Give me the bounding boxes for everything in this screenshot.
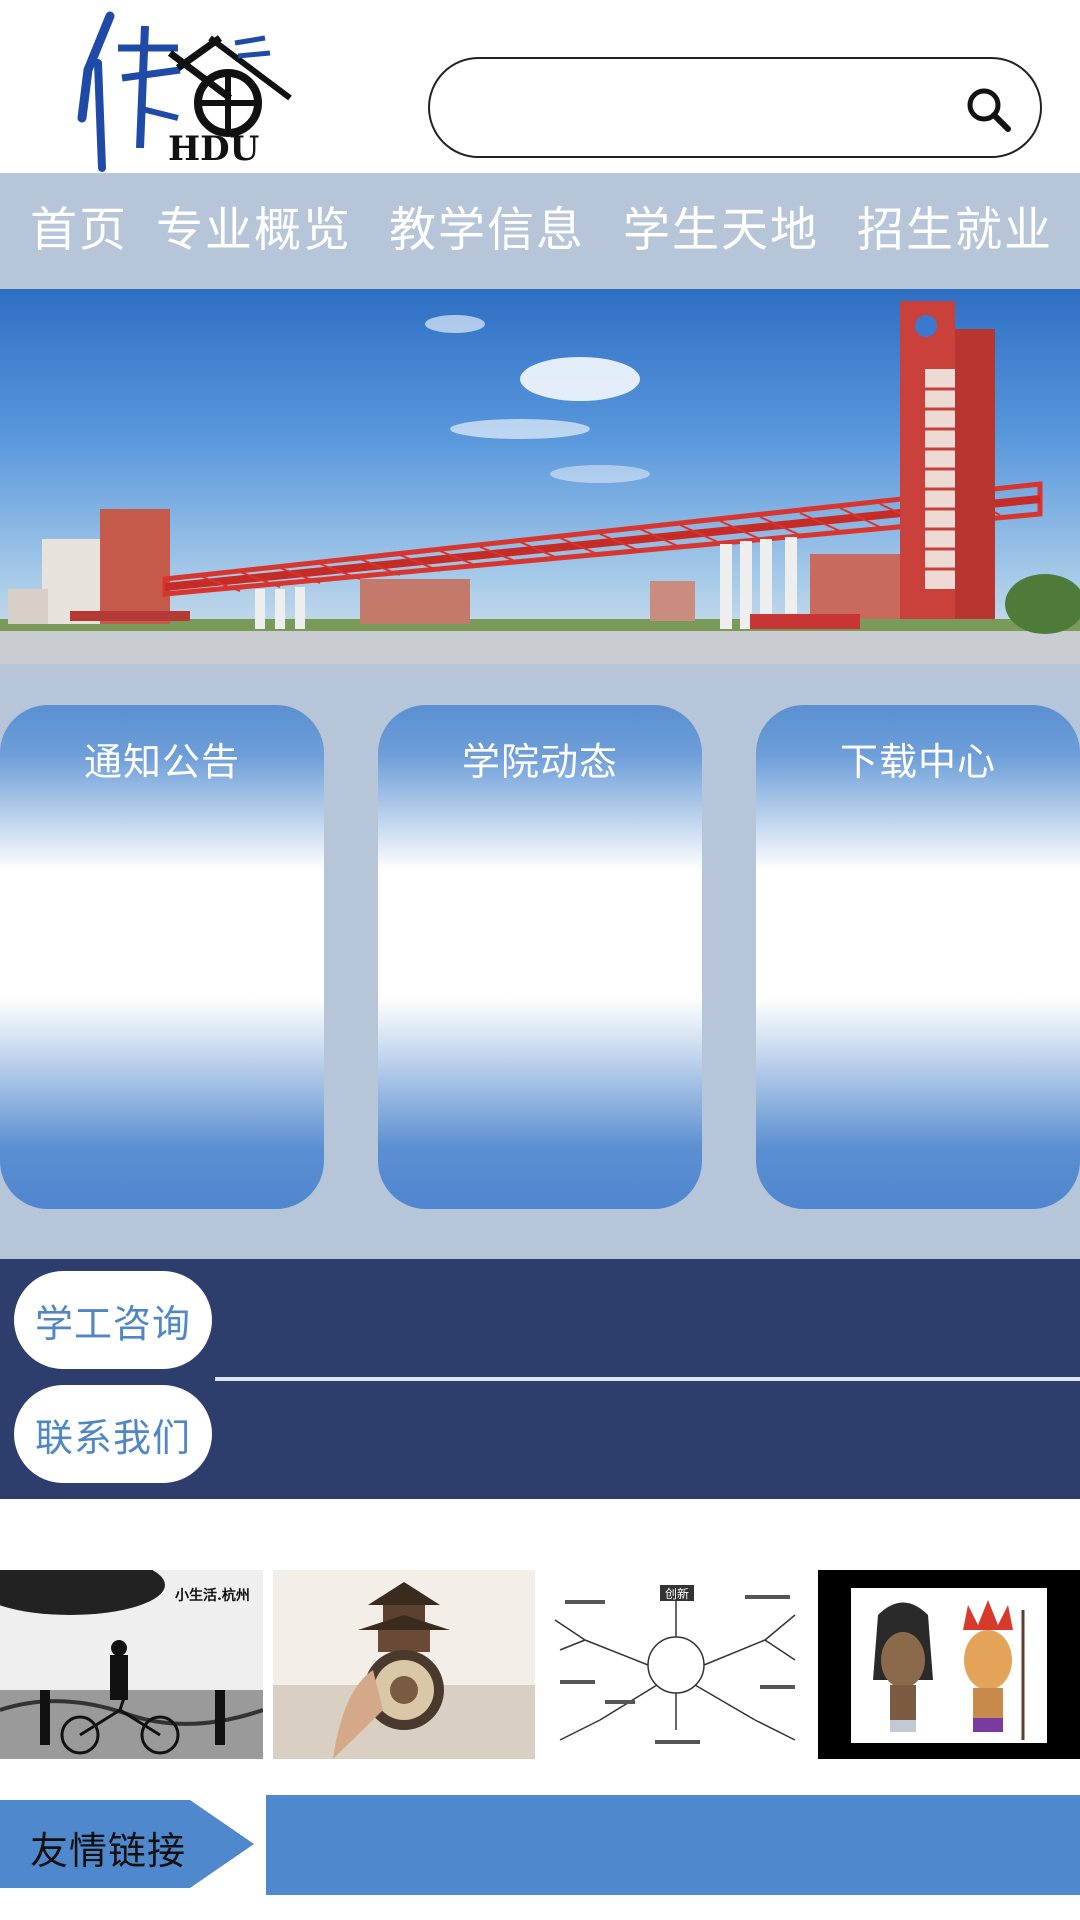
notice-card[interactable]: 通知公告: [0, 705, 324, 1209]
college-news-card[interactable]: 学院动态: [378, 705, 702, 1209]
photo-gallery: 小生活.杭州 创新: [0, 1565, 1080, 1760]
contact-us-button[interactable]: 联系我们: [14, 1385, 212, 1483]
divider: [215, 1377, 1080, 1381]
info-cards-section: 通知公告 学院动态 下载中心: [0, 664, 1080, 1259]
header: HDU: [0, 0, 1080, 173]
gallery-photo-life-hangzhou[interactable]: 小生活.杭州: [0, 1570, 263, 1759]
gallery-caption: 创新: [665, 1586, 689, 1601]
download-center-card[interactable]: 下载中心: [756, 705, 1080, 1209]
card-title: 学院动态: [461, 740, 618, 784]
gallery-photo-pagoda-lens[interactable]: [273, 1570, 535, 1759]
consult-section: 学工咨询 联系我们: [0, 1259, 1080, 1499]
main-nav: 首页 专业概览 教学信息 学生天地 招生就业: [0, 173, 1080, 289]
friend-links-label[interactable]: 友情链接: [0, 1800, 254, 1888]
card-title: 通知公告: [83, 740, 240, 784]
nav-item-admissions[interactable]: 招生就业: [857, 203, 1053, 259]
campus-banner[interactable]: [0, 289, 1080, 664]
gallery-photo-cartoon-figures[interactable]: [818, 1570, 1080, 1759]
search-icon[interactable]: [964, 85, 1014, 135]
logo-hdu-text: HDU: [168, 129, 259, 169]
nav-item-teaching-info[interactable]: 教学信息: [389, 203, 585, 259]
search-box[interactable]: [428, 57, 1042, 158]
nav-item-student-world[interactable]: 学生天地: [623, 203, 819, 259]
search-input[interactable]: [460, 77, 960, 139]
friend-links-text: 友情链接: [30, 1829, 187, 1873]
nav-item-home[interactable]: 首页: [30, 203, 128, 259]
gallery-caption: 小生活.杭州: [175, 1587, 250, 1604]
card-title: 下载中心: [839, 740, 996, 784]
nav-item-major-overview[interactable]: 专业概览: [156, 203, 352, 259]
student-affairs-consult-button[interactable]: 学工咨询: [14, 1271, 212, 1369]
site-logo[interactable]: HDU: [60, 8, 300, 173]
gallery-photo-mind-map[interactable]: 创新: [545, 1570, 807, 1759]
friend-links-bar[interactable]: [266, 1795, 1080, 1895]
